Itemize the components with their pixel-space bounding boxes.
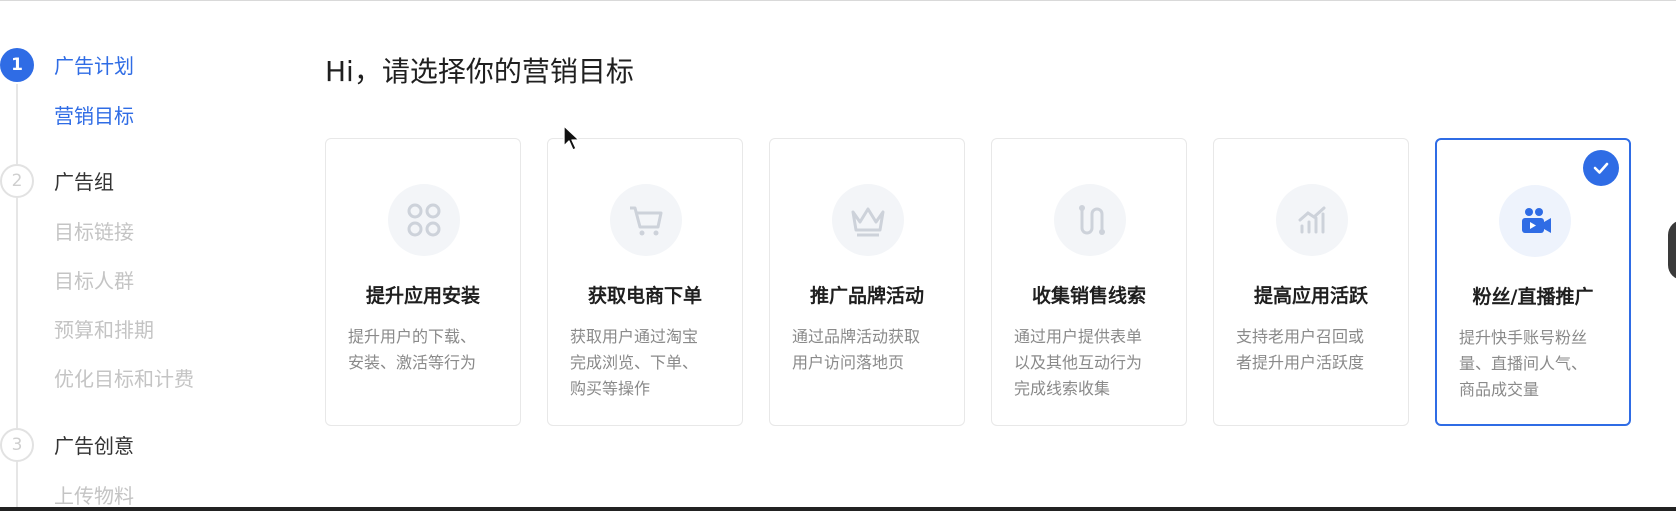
card-title: 获取电商下单 <box>587 285 702 307</box>
live-camera-icon <box>1499 185 1571 257</box>
step-1-title[interactable]: 广告计划 <box>54 50 134 79</box>
goal-card-sales-leads[interactable]: 收集销售线索 通过用户提供表单 以及其他互动行为 完成线索收集 <box>991 138 1187 426</box>
lead-path-icon <box>1054 184 1126 256</box>
step-1-number: 1 <box>0 48 34 82</box>
step-connector <box>16 462 18 507</box>
page-title: Hi，请选择你的营销目标 <box>325 55 634 88</box>
card-desc: 通过品牌活动获取 用户访问落地页 <box>792 327 921 372</box>
goal-card-fans-live[interactable]: 粉丝/直播推广 提升快手账号粉丝 量、直播间人气、 商品成交量 <box>1435 138 1631 426</box>
card-desc: 提升快手账号粉丝 量、直播间人气、 商品成交量 <box>1459 328 1588 399</box>
app-grid-icon <box>388 184 460 256</box>
step-2-sub-target-audience[interactable]: 目标人群 <box>54 265 134 294</box>
side-handle[interactable] <box>1668 220 1676 280</box>
step-3-sub-upload-material[interactable]: 上传物料 <box>54 480 134 509</box>
card-desc: 获取用户通过淘宝 完成浏览、下单、 购买等操作 <box>570 327 699 398</box>
card-title: 粉丝/直播推广 <box>1472 286 1594 308</box>
bottom-bar <box>0 507 1676 511</box>
crown-icon <box>832 184 904 256</box>
card-title: 提高应用活跃 <box>1253 285 1368 307</box>
mouse-cursor-icon <box>562 124 582 156</box>
card-title: 提升应用安装 <box>365 285 480 307</box>
card-desc: 提升用户的下载、 安装、激活等行为 <box>348 327 477 372</box>
goal-card-app-install[interactable]: 提升应用安装 提升用户的下载、 安装、激活等行为 <box>325 138 521 426</box>
check-icon <box>1583 150 1619 186</box>
step-3-number: 3 <box>0 428 34 462</box>
step-2-sub-target-link[interactable]: 目标链接 <box>54 216 134 245</box>
step-3-title[interactable]: 广告创意 <box>54 430 134 459</box>
step-connector <box>16 84 18 164</box>
step-connector <box>16 198 18 428</box>
card-title: 推广品牌活动 <box>809 285 924 307</box>
step-2-sub-optimization-billing[interactable]: 优化目标和计费 <box>54 363 194 392</box>
top-divider <box>0 0 1676 1</box>
step-2-number: 2 <box>0 164 34 198</box>
goal-card-brand-campaign[interactable]: 推广品牌活动 通过品牌活动获取 用户访问落地页 <box>769 138 965 426</box>
growth-chart-icon <box>1276 184 1348 256</box>
card-desc: 通过用户提供表单 以及其他互动行为 完成线索收集 <box>1014 327 1143 398</box>
goal-card-ecommerce-order[interactable]: 获取电商下单 获取用户通过淘宝 完成浏览、下单、 购买等操作 <box>547 138 743 426</box>
shopping-cart-icon <box>610 184 682 256</box>
step-2-title[interactable]: 广告组 <box>54 166 114 195</box>
step-2-sub-budget-schedule[interactable]: 预算和排期 <box>54 314 154 343</box>
card-desc: 支持老用户召回或 者提升用户活跃度 <box>1236 327 1365 372</box>
card-title: 收集销售线索 <box>1031 285 1146 307</box>
goal-card-app-activity[interactable]: 提高应用活跃 支持老用户召回或 者提升用户活跃度 <box>1213 138 1409 426</box>
step-1-sub-marketing-goal[interactable]: 营销目标 <box>54 100 134 129</box>
